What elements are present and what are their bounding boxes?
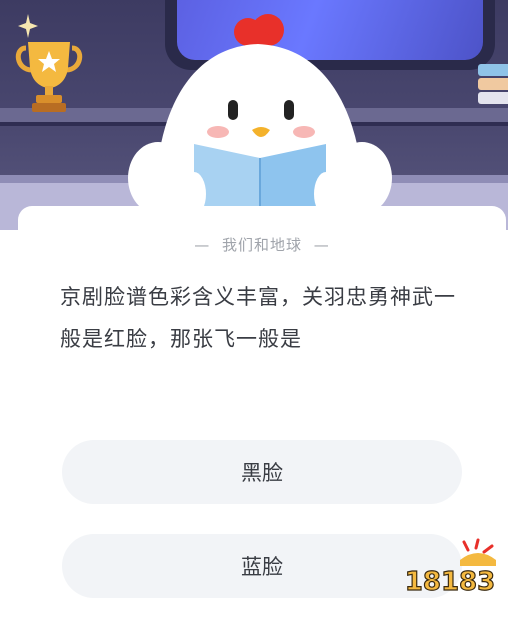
watermark-text: 18183: [405, 567, 495, 597]
question-text: 京剧脸谱色彩含义丰富，关羽忠勇神武一般是红脸，那张飞一般是: [60, 285, 456, 351]
quiz-category: — 我们和地球 —: [18, 234, 506, 255]
header-illustration: [0, 0, 508, 230]
answer-option-1[interactable]: 黑脸: [62, 440, 462, 504]
books-decoration: [478, 64, 508, 106]
category-label: 我们和地球: [221, 236, 302, 254]
site-logo-watermark: 18183: [404, 538, 496, 598]
answer-option-label: 黑脸: [241, 461, 283, 485]
trophy-icon: [15, 42, 83, 112]
category-dash-left: —: [194, 236, 211, 254]
answer-option-label: 蓝脸: [241, 555, 283, 579]
category-dash-right: —: [313, 236, 330, 254]
chick-mascot: [128, 14, 392, 230]
